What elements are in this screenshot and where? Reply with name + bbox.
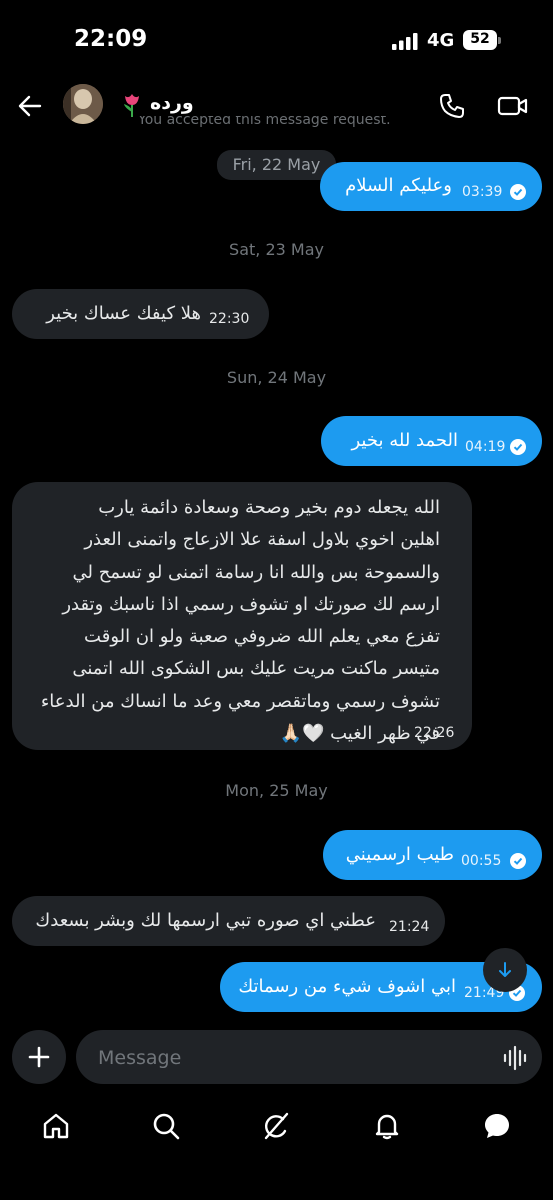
message-time: 03:39 [462, 184, 503, 200]
message-composer [76, 1030, 542, 1084]
phone-icon[interactable] [438, 92, 466, 120]
grok-icon[interactable] [261, 1111, 291, 1141]
battery-icon: 52 [463, 30, 501, 50]
contact-name[interactable]: ورده [150, 92, 194, 114]
message-incoming[interactable]: هلا كيفك عساك بخير 22:30 [12, 289, 269, 339]
message-line: متيسر ماكنت مريت عليك بس الشكوى الله اتم… [72, 658, 440, 680]
messages-icon[interactable] [482, 1111, 512, 1141]
back-arrow-icon[interactable] [16, 92, 44, 120]
message-line: تشوف رسمي وماتقصر معي وعد ما انساك من ال… [40, 690, 440, 712]
date-separator: Mon, 25 May [225, 781, 328, 800]
bell-icon[interactable] [372, 1111, 402, 1141]
message-time: 22:30 [209, 311, 250, 327]
message-time: 22:26 [414, 725, 455, 741]
voice-wave-icon[interactable] [502, 1045, 528, 1071]
read-check-icon [510, 439, 526, 455]
message-text: الله يجعله دوم بخير وصحة وسعادة دائمة يا… [24, 492, 440, 750]
status-time: 22:09 [74, 26, 148, 52]
read-check-icon [510, 184, 526, 200]
signal-icon [392, 33, 418, 50]
message-text: الحمد لله بخير [351, 430, 459, 451]
message-text: طيب ارسميني [345, 844, 454, 865]
message-line: والسموحة بس والله انا رسامة اتمنى لو تسم… [72, 561, 441, 583]
message-text: عطني اي صوره تبي ارسمها لك وبشر بسعدك [35, 910, 376, 931]
message-text: هلا كيفك عساك بخير [46, 303, 201, 324]
read-check-icon [510, 853, 526, 869]
date-separator: Sat, 23 May [229, 240, 324, 259]
network-type: 4G [427, 30, 455, 51]
request-accepted-text: You accepted this message request. [138, 116, 391, 128]
plus-icon [28, 1046, 50, 1068]
message-line: اهلين اخوي بلاول اسفة علا الازعاج واتمنى… [84, 529, 440, 551]
message-line: تفزع معي يعلم الله ضروفي صعبة ولو ان الو… [84, 626, 440, 648]
date-separator: Sun, 24 May [226, 368, 327, 387]
battery-level: 52 [470, 31, 490, 47]
message-line: ارسم لك صورتك او تشوف رسمي اذا ناسبك وتق… [62, 593, 440, 615]
home-icon[interactable] [41, 1111, 71, 1141]
scroll-to-bottom-button[interactable] [483, 948, 527, 992]
date-separator: Fri, 22 May [217, 150, 336, 180]
message-time: 04:19 [465, 439, 506, 455]
message-outgoing[interactable]: الحمد لله بخير 04:19 [321, 416, 542, 466]
add-attachment-button[interactable] [12, 1030, 66, 1084]
message-outgoing[interactable]: وعليكم السلام 03:39 [320, 162, 542, 211]
search-icon[interactable] [151, 1111, 181, 1141]
request-accepted-notice: You accepted this message request. [138, 116, 423, 130]
message-input[interactable] [96, 1042, 480, 1074]
video-camera-icon[interactable] [497, 92, 529, 120]
message-text: ابي اشوف شيء من رسماتك [238, 976, 456, 997]
message-outgoing[interactable]: طيب ارسميني 00:55 [323, 830, 542, 880]
message-line: الله يجعله دوم بخير وصحة وسعادة دائمة يا… [98, 497, 440, 518]
message-line: في ظهر الغيب 🤍🙏🏻 [279, 723, 440, 745]
message-time: 00:55 [461, 853, 502, 869]
message-time: 21:24 [389, 919, 430, 935]
message-text: وعليكم السلام [345, 175, 452, 196]
arrow-down-icon [499, 962, 511, 977]
message-incoming[interactable]: عطني اي صوره تبي ارسمها لك وبشر بسعدك 21… [12, 896, 445, 946]
avatar[interactable] [63, 84, 103, 124]
message-incoming[interactable]: الله يجعله دوم بخير وصحة وسعادة دائمة يا… [12, 482, 472, 750]
tulip-emoji-icon [124, 94, 139, 117]
